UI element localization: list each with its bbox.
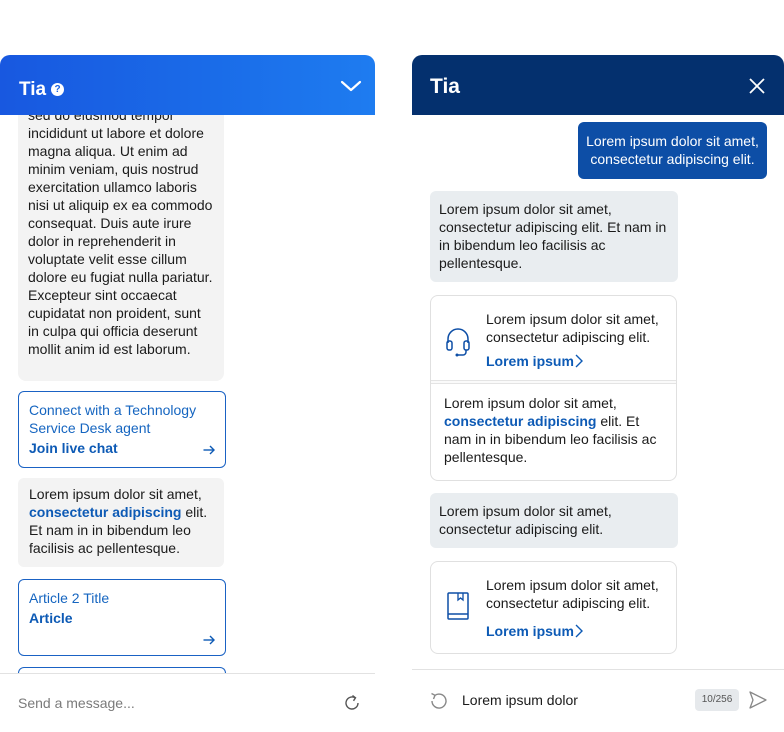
support-card-text: Lorem ipsum dolor sit amet, consectetur …	[486, 311, 659, 345]
chevron-right-icon[interactable]	[574, 353, 584, 369]
message-input[interactable]: Send a message...	[18, 695, 135, 711]
message-input-bar: Send a message...	[0, 673, 375, 732]
bot-message-bubble: Lorem ipsum dolor sit amet, consectetur …	[18, 478, 224, 567]
message-bold-link[interactable]: consectetur adipiscing	[444, 413, 596, 429]
chat-header: Tia	[412, 55, 784, 115]
message-input[interactable]: Lorem ipsum dolor	[462, 692, 578, 708]
bot-message-text: sed do eiusmod tempor incididunt ut labo…	[28, 115, 213, 357]
support-card-link[interactable]: Lorem ipsum	[486, 353, 574, 369]
chevron-down-icon[interactable]	[340, 79, 362, 93]
live-chat-card-text: Connect with a Technology Service Desk a…	[29, 402, 197, 436]
arrow-right-icon	[203, 445, 215, 455]
refresh-icon[interactable]	[429, 691, 449, 711]
article-card-title: Article 2 Title	[29, 590, 110, 606]
article-card-text: Lorem ipsum dolor sit amet, consectetur …	[486, 577, 659, 611]
user-message-bubble: Lorem ipsum dolor sit amet, consectetur …	[578, 122, 767, 179]
message-text: Lorem ipsum dolor sit amet,	[29, 486, 202, 502]
support-card: Lorem ipsum dolor sit amet, consectetur …	[430, 295, 677, 481]
article-link[interactable]: Article	[29, 610, 215, 626]
chat-title: Tia	[19, 79, 47, 100]
right-chat-panel: Tia Lorem ipsum dolor sit amet, consecte…	[412, 55, 784, 732]
article-card: Lorem ipsum dolor sit amet, consectetur …	[430, 561, 677, 654]
article-card[interactable]: Article 2 Title Article	[18, 579, 226, 656]
chevron-right-icon[interactable]	[574, 623, 584, 639]
support-card-body: Lorem ipsum dolor sit amet, consectetur …	[444, 394, 669, 466]
message-bold-link[interactable]: consectetur adipiscing	[29, 504, 181, 520]
bot-message-bubble: Lorem ipsum dolor sit amet, consectetur …	[430, 191, 678, 282]
message-input-bar: Lorem ipsum dolor 10/256	[412, 669, 784, 732]
close-icon[interactable]	[748, 77, 766, 95]
bot-message-bubble: sed do eiusmod tempor incididunt ut labo…	[18, 115, 224, 381]
left-chat-panel: sed do eiusmod tempor incididunt ut labo…	[0, 55, 375, 732]
chat-title: Tia	[430, 75, 460, 98]
join-live-chat-link[interactable]: Join live chat	[29, 440, 215, 456]
bot-message-bubble: Lorem ipsum dolor sit amet, consectetur …	[430, 493, 678, 548]
headset-icon	[446, 328, 470, 357]
card-divider	[431, 380, 676, 384]
book-icon	[447, 592, 469, 620]
chat-header: Tia ?	[0, 55, 375, 115]
message-text: Lorem ipsum dolor sit amet,	[444, 395, 617, 411]
refresh-icon[interactable]	[343, 694, 361, 712]
help-icon[interactable]: ?	[51, 83, 64, 96]
arrow-right-icon	[203, 635, 215, 645]
article-card-link[interactable]: Lorem ipsum	[486, 623, 574, 639]
character-counter: 10/256	[695, 689, 739, 711]
send-icon[interactable]	[748, 690, 768, 710]
live-chat-card[interactable]: Connect with a Technology Service Desk a…	[18, 391, 226, 468]
